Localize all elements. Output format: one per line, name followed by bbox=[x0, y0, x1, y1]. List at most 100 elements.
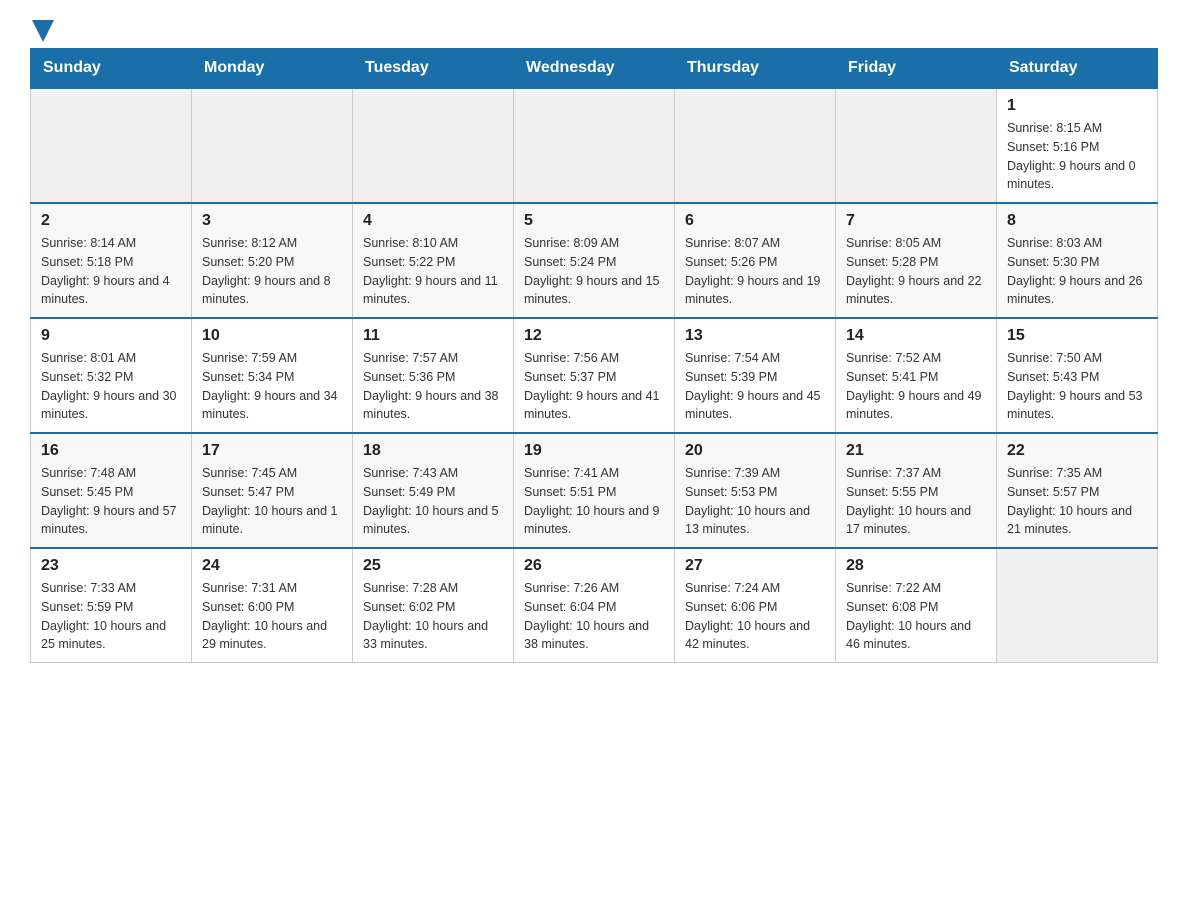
day-info: Sunrise: 8:03 AM Sunset: 5:30 PM Dayligh… bbox=[1007, 234, 1147, 309]
calendar-cell: 13 Sunrise: 7:54 AM Sunset: 5:39 PM Dayli… bbox=[675, 318, 836, 433]
calendar-table: SundayMondayTuesdayWednesdayThursdayFrid… bbox=[30, 48, 1158, 663]
week-row-5: 23 Sunrise: 7:33 AM Sunset: 5:59 PM Dayli… bbox=[31, 548, 1158, 663]
day-number: 16 bbox=[41, 442, 181, 460]
calendar-cell bbox=[353, 88, 514, 203]
day-info: Sunrise: 7:59 AM Sunset: 5:34 PM Dayligh… bbox=[202, 349, 342, 424]
day-info: Sunrise: 8:10 AM Sunset: 5:22 PM Dayligh… bbox=[363, 234, 503, 309]
calendar-cell: 17 Sunrise: 7:45 AM Sunset: 5:47 PM Dayli… bbox=[192, 433, 353, 548]
week-row-4: 16 Sunrise: 7:48 AM Sunset: 5:45 PM Dayli… bbox=[31, 433, 1158, 548]
day-number: 8 bbox=[1007, 212, 1147, 230]
calendar-cell bbox=[192, 88, 353, 203]
calendar-cell: 27 Sunrise: 7:24 AM Sunset: 6:06 PM Dayli… bbox=[675, 548, 836, 663]
day-number: 1 bbox=[1007, 97, 1147, 115]
calendar-cell: 21 Sunrise: 7:37 AM Sunset: 5:55 PM Dayli… bbox=[836, 433, 997, 548]
calendar-cell bbox=[675, 88, 836, 203]
day-number: 22 bbox=[1007, 442, 1147, 460]
calendar-cell: 15 Sunrise: 7:50 AM Sunset: 5:43 PM Dayli… bbox=[997, 318, 1158, 433]
day-number: 28 bbox=[846, 557, 986, 575]
day-number: 14 bbox=[846, 327, 986, 345]
calendar-cell: 6Sunrise: 8:07 AM Sunset: 5:26 PM Daylig… bbox=[675, 203, 836, 318]
day-number: 23 bbox=[41, 557, 181, 575]
day-number: 9 bbox=[41, 327, 181, 345]
day-number: 26 bbox=[524, 557, 664, 575]
calendar-cell: 22 Sunrise: 7:35 AM Sunset: 5:57 PM Dayli… bbox=[997, 433, 1158, 548]
calendar-cell: 14 Sunrise: 7:52 AM Sunset: 5:41 PM Dayli… bbox=[836, 318, 997, 433]
day-info: Sunrise: 8:14 AM Sunset: 5:18 PM Dayligh… bbox=[41, 234, 181, 309]
calendar-cell bbox=[836, 88, 997, 203]
day-number: 11 bbox=[363, 327, 503, 345]
calendar-cell: 4 Sunrise: 8:10 AM Sunset: 5:22 PM Daylig… bbox=[353, 203, 514, 318]
day-number: 18 bbox=[363, 442, 503, 460]
calendar-cell: 3 Sunrise: 8:12 AM Sunset: 5:20 PM Daylig… bbox=[192, 203, 353, 318]
calendar-cell: 26 Sunrise: 7:26 AM Sunset: 6:04 PM Dayli… bbox=[514, 548, 675, 663]
day-info: Sunrise: 7:45 AM Sunset: 5:47 PM Dayligh… bbox=[202, 464, 342, 539]
day-info: Sunrise: 7:54 AM Sunset: 5:39 PM Dayligh… bbox=[685, 349, 825, 424]
day-number: 20 bbox=[685, 442, 825, 460]
column-header-monday: Monday bbox=[192, 49, 353, 89]
column-header-sunday: Sunday bbox=[31, 49, 192, 89]
day-number: 4 bbox=[363, 212, 503, 230]
day-number: 6 bbox=[685, 212, 825, 230]
day-number: 15 bbox=[1007, 327, 1147, 345]
day-number: 24 bbox=[202, 557, 342, 575]
week-row-2: 2 Sunrise: 8:14 AM Sunset: 5:18 PM Daylig… bbox=[31, 203, 1158, 318]
day-info: Sunrise: 7:56 AM Sunset: 5:37 PM Dayligh… bbox=[524, 349, 664, 424]
day-info: Sunrise: 7:39 AM Sunset: 5:53 PM Dayligh… bbox=[685, 464, 825, 539]
day-number: 25 bbox=[363, 557, 503, 575]
calendar-cell: 23 Sunrise: 7:33 AM Sunset: 5:59 PM Dayli… bbox=[31, 548, 192, 663]
day-number: 21 bbox=[846, 442, 986, 460]
day-info: Sunrise: 7:52 AM Sunset: 5:41 PM Dayligh… bbox=[846, 349, 986, 424]
calendar-cell: 16 Sunrise: 7:48 AM Sunset: 5:45 PM Dayli… bbox=[31, 433, 192, 548]
day-number: 12 bbox=[524, 327, 664, 345]
calendar-cell: 25 Sunrise: 7:28 AM Sunset: 6:02 PM Dayli… bbox=[353, 548, 514, 663]
calendar-cell: 5 Sunrise: 8:09 AM Sunset: 5:24 PM Daylig… bbox=[514, 203, 675, 318]
week-row-3: 9 Sunrise: 8:01 AM Sunset: 5:32 PM Daylig… bbox=[31, 318, 1158, 433]
calendar-cell: 8 Sunrise: 8:03 AM Sunset: 5:30 PM Daylig… bbox=[997, 203, 1158, 318]
calendar-cell bbox=[31, 88, 192, 203]
calendar-cell bbox=[514, 88, 675, 203]
day-info: Sunrise: 7:28 AM Sunset: 6:02 PM Dayligh… bbox=[363, 579, 503, 654]
day-number: 10 bbox=[202, 327, 342, 345]
day-number: 27 bbox=[685, 557, 825, 575]
day-number: 7 bbox=[846, 212, 986, 230]
calendar-cell: 7 Sunrise: 8:05 AM Sunset: 5:28 PM Daylig… bbox=[836, 203, 997, 318]
calendar-cell: 1 Sunrise: 8:15 AM Sunset: 5:16 PM Daylig… bbox=[997, 88, 1158, 203]
day-info: Sunrise: 7:24 AM Sunset: 6:06 PM Dayligh… bbox=[685, 579, 825, 654]
column-header-thursday: Thursday bbox=[675, 49, 836, 89]
day-info: Sunrise: 8:12 AM Sunset: 5:20 PM Dayligh… bbox=[202, 234, 342, 309]
day-number: 2 bbox=[41, 212, 181, 230]
column-header-tuesday: Tuesday bbox=[353, 49, 514, 89]
day-number: 5 bbox=[524, 212, 664, 230]
calendar-cell: 20 Sunrise: 7:39 AM Sunset: 5:53 PM Dayli… bbox=[675, 433, 836, 548]
day-info: Sunrise: 7:35 AM Sunset: 5:57 PM Dayligh… bbox=[1007, 464, 1147, 539]
day-info: Sunrise: 7:31 AM Sunset: 6:00 PM Dayligh… bbox=[202, 579, 342, 654]
day-info: Sunrise: 7:33 AM Sunset: 5:59 PM Dayligh… bbox=[41, 579, 181, 654]
day-info: Sunrise: 7:41 AM Sunset: 5:51 PM Dayligh… bbox=[524, 464, 664, 539]
day-info: Sunrise: 7:48 AM Sunset: 5:45 PM Dayligh… bbox=[41, 464, 181, 539]
column-header-saturday: Saturday bbox=[997, 49, 1158, 89]
calendar-cell: 18Sunrise: 7:43 AM Sunset: 5:49 PM Dayli… bbox=[353, 433, 514, 548]
page-header bbox=[30, 20, 1158, 38]
calendar-cell: 2 Sunrise: 8:14 AM Sunset: 5:18 PM Daylig… bbox=[31, 203, 192, 318]
calendar-cell: 9 Sunrise: 8:01 AM Sunset: 5:32 PM Daylig… bbox=[31, 318, 192, 433]
day-info: Sunrise: 8:01 AM Sunset: 5:32 PM Dayligh… bbox=[41, 349, 181, 424]
calendar-cell: 19 Sunrise: 7:41 AM Sunset: 5:51 PM Dayli… bbox=[514, 433, 675, 548]
column-header-friday: Friday bbox=[836, 49, 997, 89]
day-number: 13 bbox=[685, 327, 825, 345]
week-row-1: 1 Sunrise: 8:15 AM Sunset: 5:16 PM Daylig… bbox=[31, 88, 1158, 203]
calendar-cell: 12 Sunrise: 7:56 AM Sunset: 5:37 PM Dayli… bbox=[514, 318, 675, 433]
day-number: 3 bbox=[202, 212, 342, 230]
day-info: Sunrise: 8:05 AM Sunset: 5:28 PM Dayligh… bbox=[846, 234, 986, 309]
day-info: Sunrise: 7:57 AM Sunset: 5:36 PM Dayligh… bbox=[363, 349, 503, 424]
day-info: Sunrise: 7:37 AM Sunset: 5:55 PM Dayligh… bbox=[846, 464, 986, 539]
day-number: 19 bbox=[524, 442, 664, 460]
day-info: Sunrise: 8:09 AM Sunset: 5:24 PM Dayligh… bbox=[524, 234, 664, 309]
day-info: Sunrise: 7:50 AM Sunset: 5:43 PM Dayligh… bbox=[1007, 349, 1147, 424]
calendar-cell bbox=[997, 548, 1158, 663]
logo bbox=[30, 20, 54, 38]
day-number: 17 bbox=[202, 442, 342, 460]
day-info: Sunrise: 8:15 AM Sunset: 5:16 PM Dayligh… bbox=[1007, 119, 1147, 194]
day-info: Sunrise: 7:26 AM Sunset: 6:04 PM Dayligh… bbox=[524, 579, 664, 654]
calendar-cell: 10 Sunrise: 7:59 AM Sunset: 5:34 PM Dayli… bbox=[192, 318, 353, 433]
calendar-header-row: SundayMondayTuesdayWednesdayThursdayFrid… bbox=[31, 49, 1158, 89]
